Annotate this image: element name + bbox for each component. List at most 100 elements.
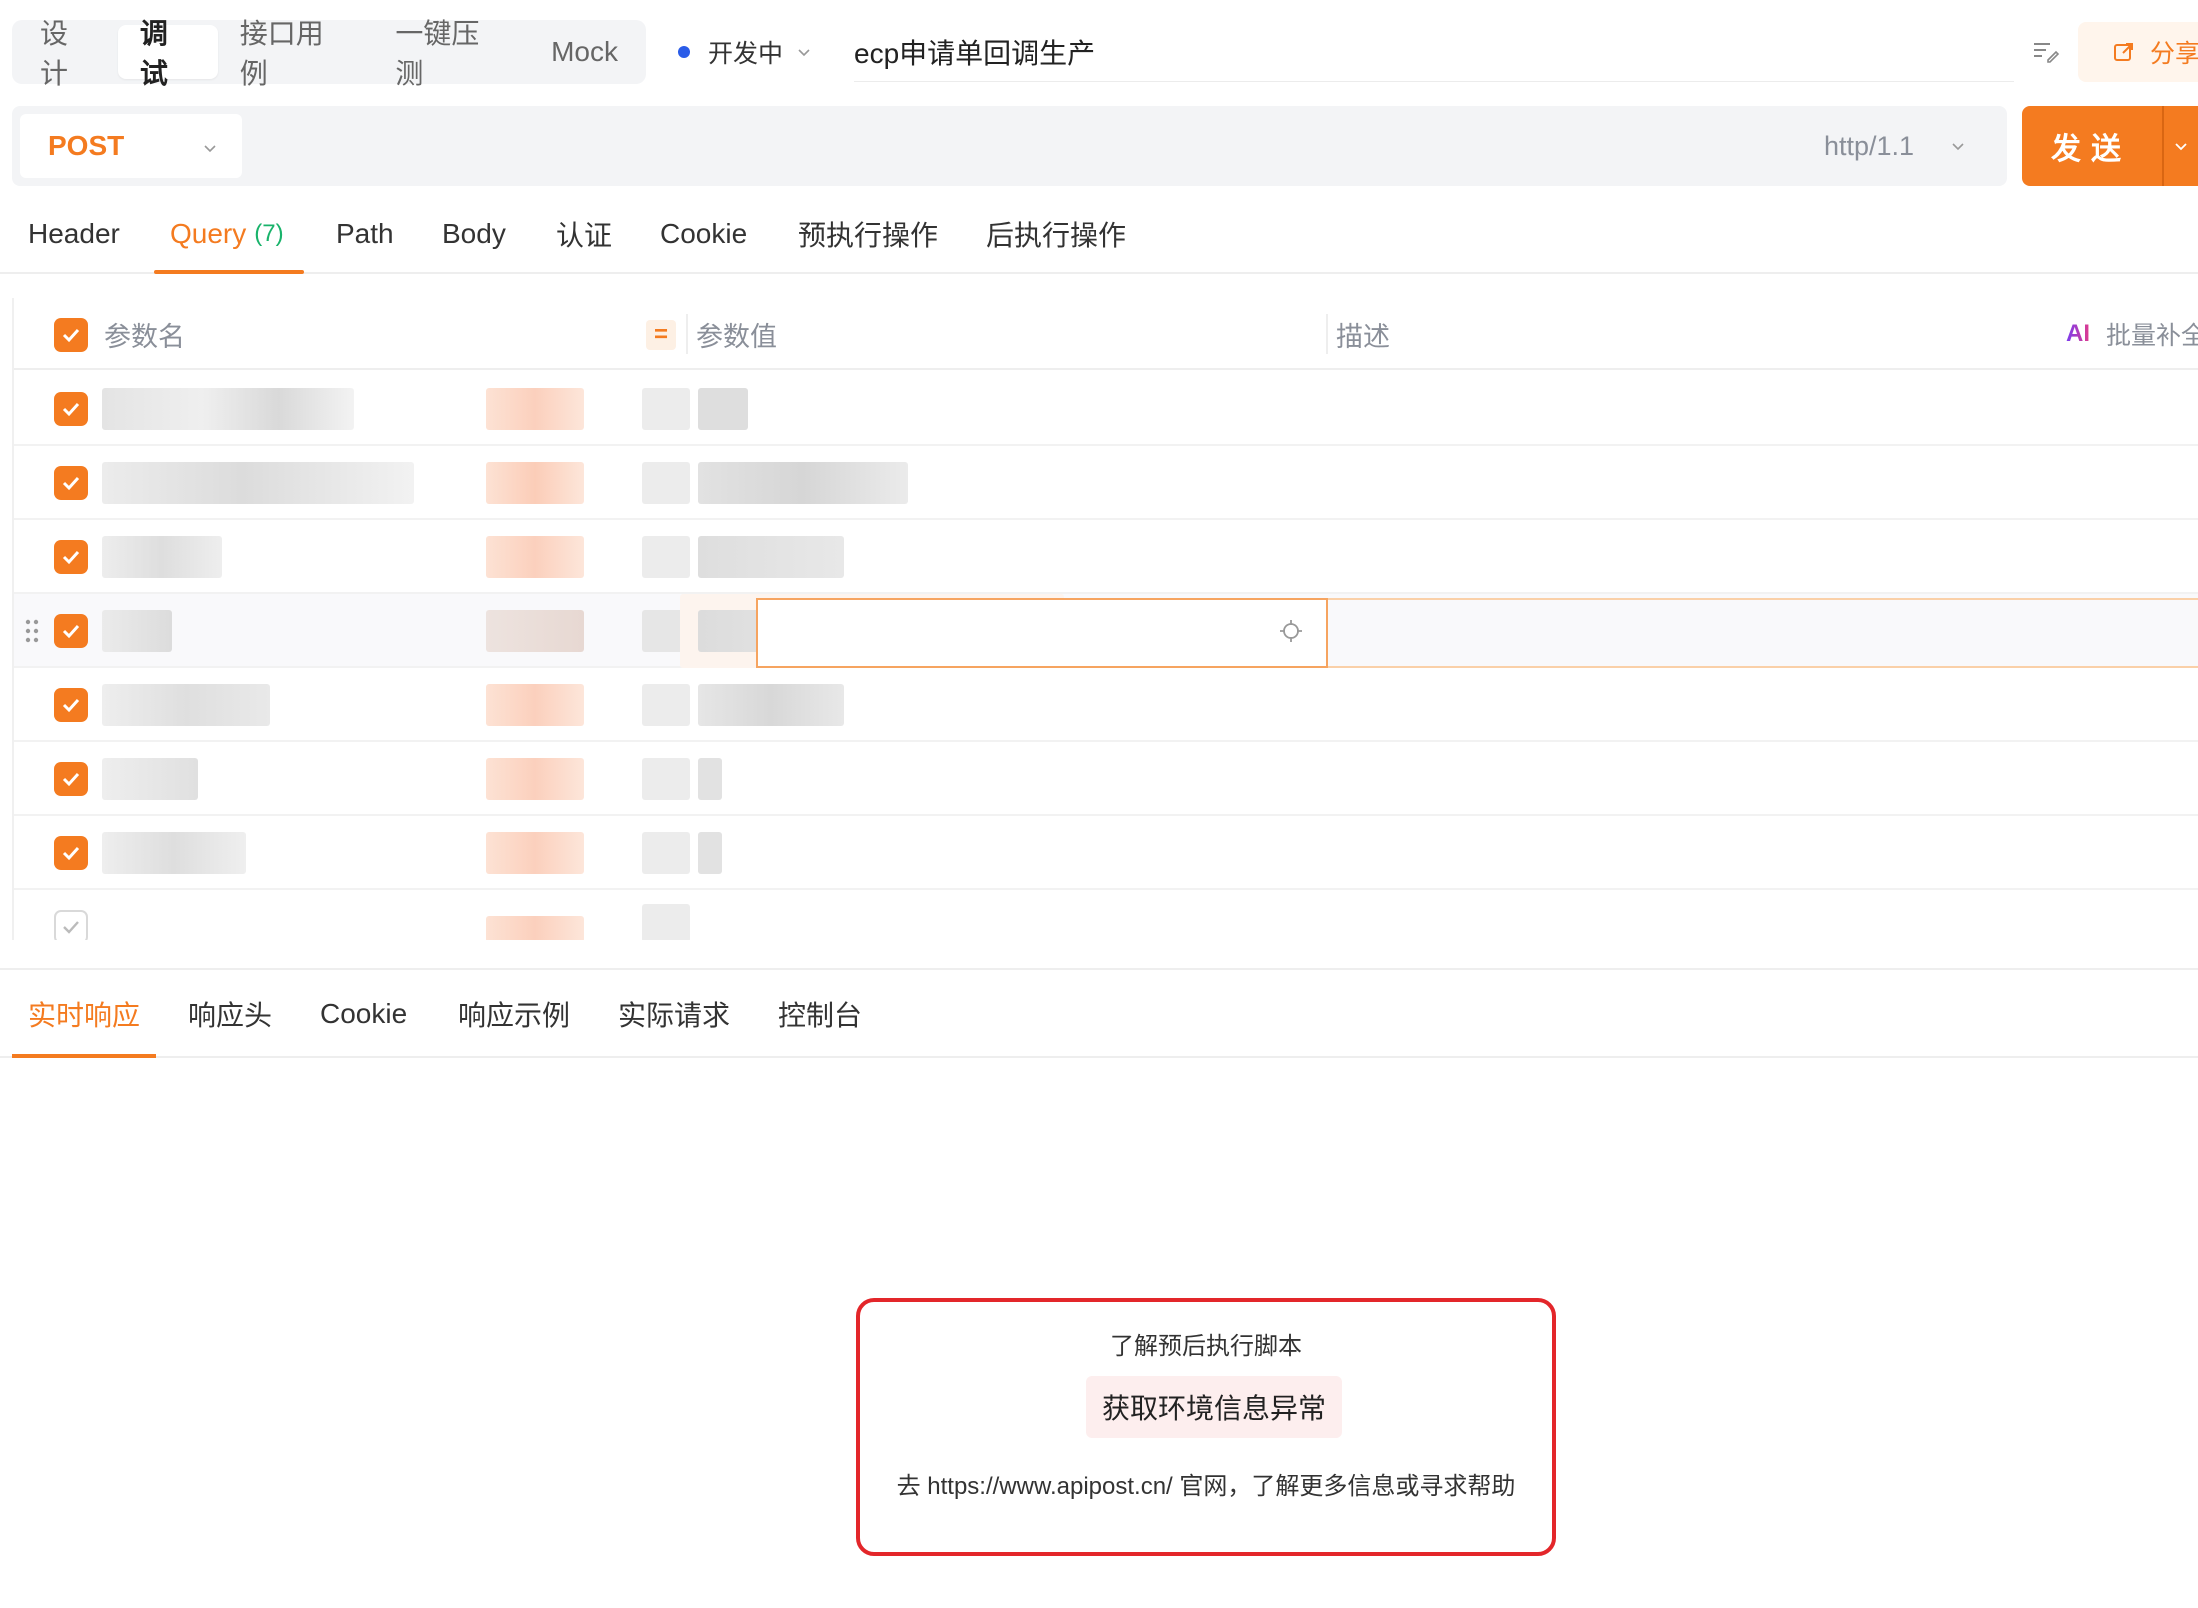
tab-post-script[interactable]: 后执行操作	[986, 194, 1126, 274]
tab-label: 后执行操作	[986, 220, 1127, 251]
row-checkbox[interactable]	[54, 836, 88, 870]
param-name-cell[interactable]	[102, 684, 270, 726]
tab-live-response[interactable]: 实时响应	[28, 970, 140, 1058]
tab-cookie[interactable]: Cookie	[660, 194, 747, 274]
param-name-cell[interactable]	[102, 832, 246, 874]
table-row[interactable]	[14, 742, 2198, 816]
tab-design[interactable]: 设计	[18, 18, 118, 89]
row-checkbox[interactable]	[54, 688, 88, 722]
column-divider[interactable]	[1326, 314, 1328, 354]
check-icon	[63, 921, 79, 934]
tab-pre-script[interactable]: 预执行操作	[798, 194, 938, 274]
table-row[interactable]	[14, 816, 2198, 890]
post-script-help-link[interactable]: 了解预后执行脚本	[860, 1326, 1552, 1361]
ai-icon[interactable]: AI	[2066, 298, 2090, 370]
tab-label: Query	[170, 218, 247, 249]
row-checkbox[interactable]	[54, 466, 88, 500]
chevron-down-icon	[1952, 143, 1964, 151]
value-blur	[698, 536, 844, 578]
send-button-group: 发送	[2022, 106, 2198, 186]
tab-response-example[interactable]: 响应示例	[458, 970, 570, 1058]
chevron-down-icon	[204, 145, 216, 153]
param-type-tag	[486, 832, 584, 874]
api-title-input[interactable]: ecp申请单回调生产	[854, 22, 2014, 82]
active-tab-indicator	[154, 270, 304, 274]
tab-path[interactable]: Path	[336, 194, 394, 274]
param-type-tag	[486, 388, 584, 430]
param-value-cell[interactable]	[642, 536, 690, 578]
tab-api-cases[interactable]: 接口用例	[218, 18, 374, 89]
tab-body[interactable]: Body	[442, 194, 506, 274]
row-checkbox[interactable]	[54, 762, 88, 796]
row-checkbox[interactable]	[54, 614, 88, 648]
param-value-cell[interactable]	[642, 832, 690, 874]
status-label: 开发中	[708, 40, 784, 68]
tab-console[interactable]: 控制台	[778, 970, 862, 1058]
table-row[interactable]	[14, 520, 2198, 594]
chevron-down-icon	[798, 49, 810, 57]
tab-label: 认证	[556, 220, 613, 251]
param-name-cell[interactable]	[102, 536, 222, 578]
param-type-tag	[486, 916, 584, 940]
url-bar: POST http/1.1	[12, 106, 2007, 186]
check-icon	[62, 328, 80, 343]
param-value-cell[interactable]	[642, 388, 690, 430]
value-blur	[698, 684, 844, 726]
query-count: (7)	[254, 220, 284, 247]
check-icon	[62, 772, 80, 787]
column-divider[interactable]	[686, 314, 688, 354]
share-icon	[2114, 43, 2133, 61]
tab-query[interactable]: Query (7)	[170, 194, 284, 274]
tab-response-headers[interactable]: 响应头	[188, 970, 272, 1058]
drag-handle-icon[interactable]	[24, 618, 40, 644]
error-panel: 了解预后执行脚本 获取环境信息异常 去 https://www.apipost.…	[856, 1298, 1556, 1556]
param-value-cell[interactable]	[642, 684, 690, 726]
send-options-button[interactable]	[2162, 106, 2198, 186]
param-name-cell[interactable]	[102, 462, 414, 504]
table-row[interactable]	[14, 446, 2198, 520]
url-input[interactable]	[242, 122, 1792, 174]
check-icon	[62, 624, 80, 639]
tab-load-test[interactable]: 一键压测	[373, 18, 529, 89]
tab-actual-request[interactable]: 实际请求	[618, 970, 730, 1058]
tab-label: 预执行操作	[798, 220, 939, 251]
row-checkbox[interactable]	[54, 910, 88, 940]
description-input[interactable]	[756, 598, 1328, 668]
table-row[interactable]	[14, 372, 2198, 446]
tab-label: Body	[442, 218, 506, 249]
table-header: 参数名 = 参数值 描述 AI 批量补全	[14, 298, 2198, 370]
check-icon	[62, 550, 80, 565]
row-checkbox[interactable]	[54, 540, 88, 574]
tab-debug[interactable]: 调试	[117, 18, 218, 89]
table-row[interactable]	[14, 594, 2198, 668]
tab-auth[interactable]: 认证	[556, 194, 612, 274]
tab-label: Header	[28, 218, 120, 249]
protocol-select[interactable]: http/1.1	[1824, 106, 1966, 186]
param-name-cell[interactable]	[102, 388, 354, 430]
param-value-cell[interactable]	[642, 462, 690, 504]
chevron-down-icon	[2175, 143, 2187, 151]
param-value-cell[interactable]	[642, 904, 690, 940]
row-checkbox[interactable]	[54, 392, 88, 426]
param-value-cell[interactable]	[642, 758, 690, 800]
tab-mock[interactable]: Mock	[529, 25, 640, 79]
tab-header[interactable]: Header	[28, 194, 120, 274]
check-icon	[62, 698, 80, 713]
param-type-tag	[486, 536, 584, 578]
column-header-name: 参数名	[104, 321, 185, 352]
param-name-cell[interactable]	[102, 758, 198, 800]
magic-sparkle-icon[interactable]	[1278, 618, 1304, 644]
param-name-cell[interactable]	[102, 610, 172, 652]
send-button[interactable]: 发送	[2022, 106, 2160, 186]
tab-response-cookie[interactable]: Cookie	[320, 970, 407, 1058]
status-dropdown[interactable]: 开发中	[678, 32, 811, 72]
help-text: 去 https://www.apipost.cn/ 官网，了解更多信息或寻求帮助	[896, 1473, 1516, 1500]
bulk-complete-button[interactable]: 批量补全	[2106, 298, 2198, 370]
table-row[interactable]	[14, 890, 2198, 940]
method-select[interactable]: POST	[20, 114, 242, 178]
share-button[interactable]: 分享	[2078, 22, 2198, 82]
tab-label: Path	[336, 218, 394, 249]
table-row[interactable]	[14, 668, 2198, 742]
notes-icon[interactable]	[2030, 36, 2060, 66]
select-all-checkbox[interactable]	[54, 318, 88, 352]
